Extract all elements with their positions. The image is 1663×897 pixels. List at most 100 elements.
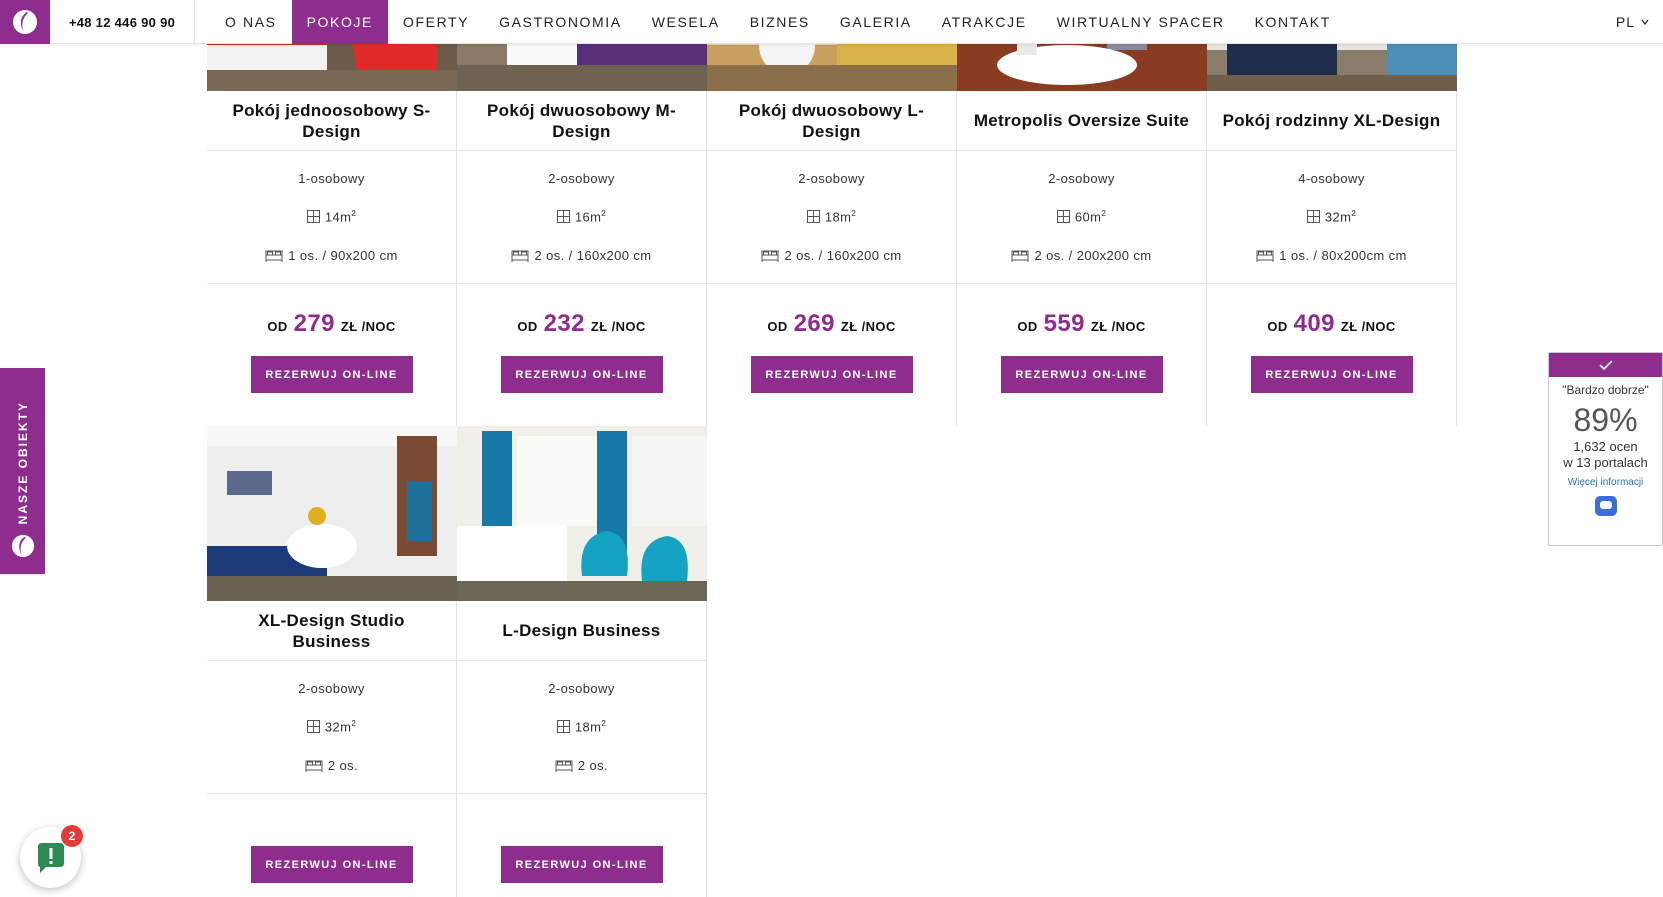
capacity: 4-osobowy — [1298, 171, 1364, 186]
bed-value: 2 os. — [327, 758, 359, 774]
more-info-link[interactable]: Więcej informacji — [1568, 477, 1644, 488]
book-online-button[interactable]: REZERWUJ ON-LINE — [250, 356, 413, 393]
price-box: OD 269 ZŁ /NOC REZERWUJ ON-LINE — [707, 284, 956, 426]
nav-item-wesela[interactable]: WESELA — [637, 0, 735, 44]
bed-icon — [1256, 250, 1274, 262]
top-navbar: +48 12 446 90 90 O NAS POKOJE OFERTY GAS… — [0, 0, 1663, 44]
room-card: XL-Design Studio Business 2-osobowy 32m2… — [207, 426, 457, 897]
our-properties-tab[interactable]: NASZE OBIEKTY — [0, 368, 45, 574]
book-online-button[interactable]: REZERWUJ ON-LINE — [1250, 356, 1413, 393]
capacity: 2-osobowy — [548, 681, 614, 696]
room-title[interactable]: Pokój jednoosobowy S-Design — [207, 91, 456, 151]
area-value: 32m — [1324, 209, 1352, 225]
bed: 1 os. / 90x200 cm — [265, 248, 397, 263]
capacity: 1-osobowy — [298, 171, 364, 186]
bed: 2 os. — [555, 758, 608, 773]
book-online-button[interactable]: REZERWUJ ON-LINE — [750, 356, 913, 393]
price-box: OD 232 ZŁ /NOC REZERWUJ ON-LINE — [457, 284, 706, 426]
room-title[interactable]: XL-Design Studio Business — [207, 601, 456, 661]
book-online-button[interactable]: REZERWUJ ON-LINE — [1000, 356, 1163, 393]
language-switcher[interactable]: PL — [1616, 0, 1649, 44]
area-unit-sup: 2 — [351, 719, 357, 729]
area-value: 14m — [324, 209, 352, 225]
room-title[interactable]: Pokój rodzinny XL-Design — [1207, 91, 1456, 151]
nav-item-oferty[interactable]: OFERTY — [388, 0, 484, 44]
bed-icon — [1011, 250, 1029, 262]
price-box: REZERWUJ ON-LINE — [207, 794, 456, 897]
room-card: Pokój dwuosobowy M-Design 2-osobowy 16m2… — [457, 0, 707, 426]
side-tab-label: NASZE OBIEKTY — [15, 400, 30, 524]
book-online-button[interactable]: REZERWUJ ON-LINE — [250, 846, 413, 883]
nav-item-wirtualny-spacer[interactable]: WIRTUALNY SPACER — [1042, 0, 1240, 44]
room-card: Pokój jednoosobowy S-Design 1-osobowy 14… — [207, 0, 457, 426]
price-prefix: OD — [517, 319, 538, 334]
room-card: Metropolis Oversize Suite 2-osobowy 60m2… — [957, 0, 1207, 426]
logo[interactable] — [0, 0, 50, 44]
nav-item-biznes[interactable]: BIZNES — [735, 0, 825, 44]
bed: 2 os. / 160x200 cm — [761, 248, 901, 263]
price-suffix: ZŁ /NOC — [340, 319, 396, 334]
capacity-label: 4-osobowy — [1298, 170, 1365, 186]
area: 32m2 — [1306, 209, 1356, 225]
book-online-button[interactable]: REZERWUJ ON-LINE — [500, 356, 663, 393]
chat-button[interactable]: 2 — [20, 825, 83, 888]
area-value: 16m — [574, 209, 602, 225]
nav-item-atrakcje[interactable]: ATRAKCJE — [927, 0, 1042, 44]
area-unit-sup: 2 — [1101, 209, 1107, 219]
nav-item-gastronomia[interactable]: GASTRONOMIA — [484, 0, 637, 44]
bed-icon — [305, 760, 323, 772]
area: 16m2 — [556, 209, 606, 225]
area: 18m2 — [806, 209, 857, 225]
rating-percent: 89% — [1573, 402, 1638, 438]
area-value: 18m — [574, 719, 602, 735]
rating-header — [1549, 353, 1662, 377]
area-icon — [806, 210, 820, 224]
price-box: REZERWUJ ON-LINE — [457, 794, 706, 897]
area-unit-sup: 2 — [851, 209, 857, 219]
price-suffix: ZŁ /NOC — [1090, 319, 1146, 334]
notification-badge: 2 — [61, 825, 83, 847]
rating-portals: w 13 portalach — [1563, 455, 1648, 470]
bed: 1 os. / 80x200cm cm — [1256, 248, 1407, 263]
room-specs: 2-osobowy 60m2 2 os. / 200x200 cm — [957, 151, 1206, 284]
rating-quote: "Bardzo dobrze" — [1562, 383, 1649, 397]
price-prefix: OD — [1267, 319, 1288, 334]
price-suffix: ZŁ /NOC — [840, 319, 896, 334]
capacity-label: 2-osobowy — [1048, 170, 1115, 186]
room-title[interactable]: L-Design Business — [457, 601, 706, 661]
price-prefix: OD — [1017, 319, 1038, 334]
price-suffix: ZŁ /NOC — [590, 319, 646, 334]
room-title[interactable]: Metropolis Oversize Suite — [957, 91, 1206, 151]
room-specs: 2-osobowy 16m2 2 os. / 160x200 cm — [457, 151, 706, 284]
capacity: 2-osobowy — [1048, 171, 1114, 186]
phone-number[interactable]: +48 12 446 90 90 — [50, 0, 195, 44]
bed-icon — [555, 760, 573, 772]
room-photo[interactable] — [207, 426, 457, 601]
capacity-label: 2-osobowy — [548, 680, 615, 696]
checkmark-icon — [1598, 360, 1613, 370]
price-prefix: OD — [767, 319, 788, 334]
area-value: 32m — [324, 719, 352, 735]
area: 60m2 — [1056, 209, 1107, 225]
area-icon — [556, 210, 570, 224]
nav-item-galeria[interactable]: GALERIA — [825, 0, 927, 44]
logo-icon — [13, 10, 37, 34]
room-title[interactable]: Pokój dwuosobowy M-Design — [457, 91, 706, 151]
nav-item-kontakt[interactable]: KONTAKT — [1240, 0, 1346, 44]
nav-item-pokoje[interactable]: POKOJE — [291, 0, 388, 44]
room-card: L-Design Business 2-osobowy 18m2 2 os. R… — [457, 426, 707, 897]
price: OD 232 ZŁ /NOC — [517, 310, 645, 338]
logo-icon — [11, 534, 34, 558]
room-specs: 1-osobowy 14m2 1 os. / 90x200 cm — [207, 151, 456, 284]
area-value: 18m — [824, 209, 852, 225]
room-title[interactable]: Pokój dwuosobowy L-Design — [707, 91, 956, 151]
room-photo[interactable] — [457, 426, 707, 601]
nav-item-o-nas[interactable]: O NAS — [210, 0, 292, 44]
book-online-button[interactable]: REZERWUJ ON-LINE — [500, 846, 663, 883]
bed-value: 2 os. / 160x200 cm — [534, 248, 652, 264]
area-icon — [556, 720, 570, 734]
price-box: OD 559 ZŁ /NOC REZERWUJ ON-LINE — [957, 284, 1206, 426]
bed-value: 2 os. / 200x200 cm — [1034, 248, 1152, 264]
price-value: 279 — [293, 310, 335, 337]
price: OD 409 ZŁ /NOC — [1267, 310, 1395, 338]
